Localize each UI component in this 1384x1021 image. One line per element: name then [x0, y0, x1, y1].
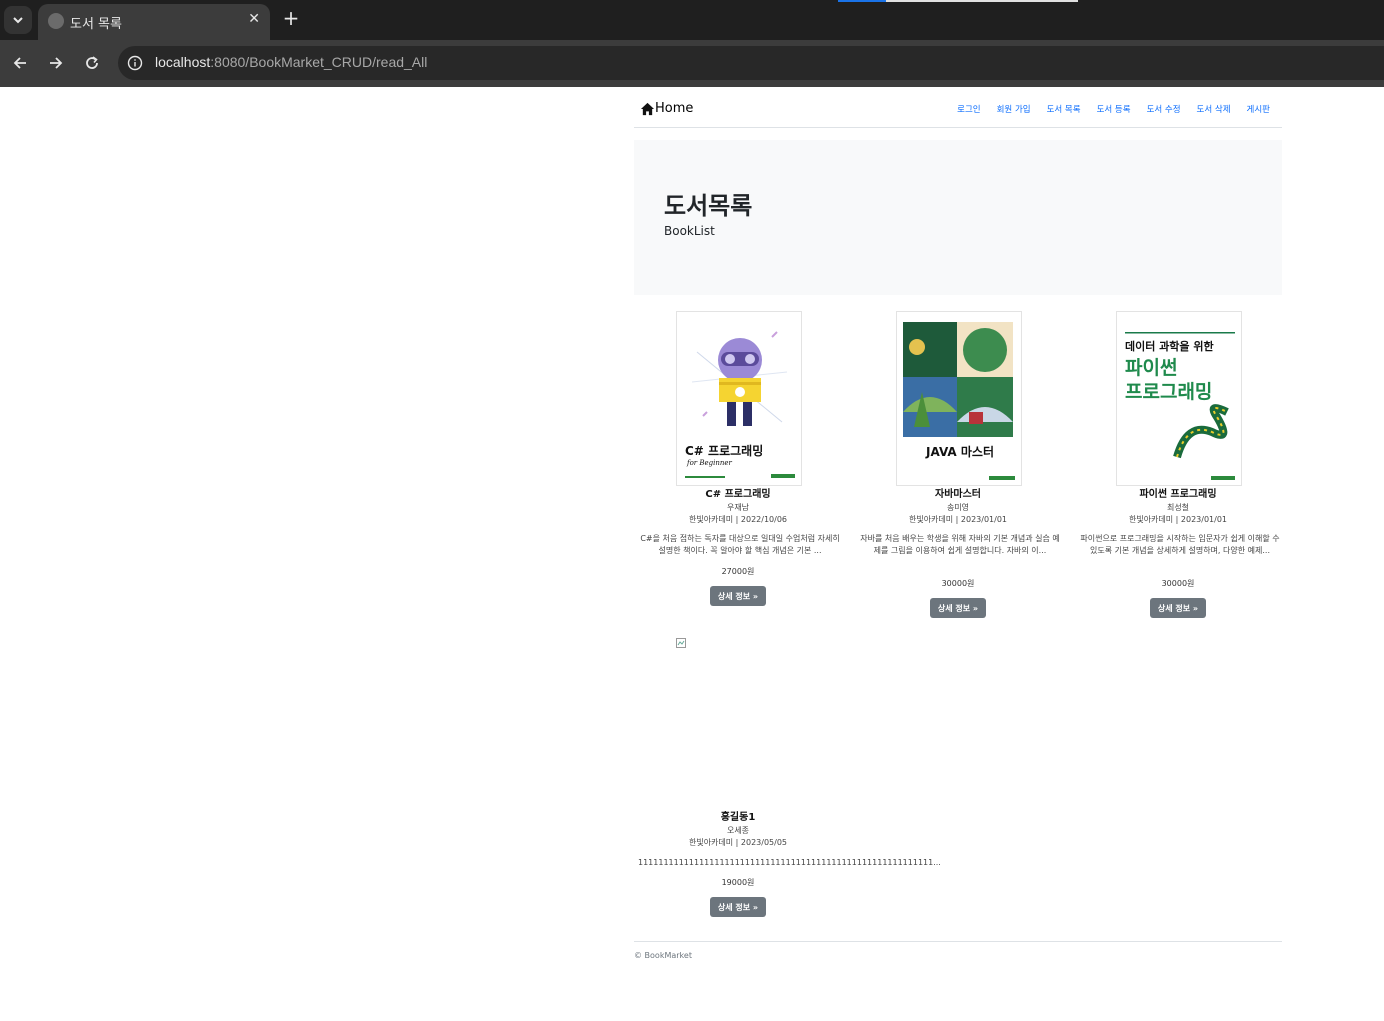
globe-icon: [48, 13, 64, 29]
book-author: 우재남: [726, 503, 750, 512]
page-subtitle: BookList: [664, 224, 715, 238]
page-container: Home 로그인 회원 가입 도서 목록 도서 등록 도서 수정 도서 삭제 게…: [634, 87, 1282, 917]
book-author: 최성철: [1166, 503, 1190, 512]
book-author: 오세종: [726, 826, 750, 835]
book-description: C#을 처음 접하는 독자를 대상으로 일대일 수업처럼 자세히 설명한 책이다…: [640, 534, 840, 555]
nav-signup[interactable]: 회원 가입: [997, 103, 1031, 115]
close-icon[interactable]: ✕: [248, 11, 260, 27]
cover-title: C# 프로그래밍: [685, 443, 763, 458]
chevron-down-icon: [13, 17, 23, 24]
cover-title: JAVA 마스터: [925, 444, 994, 459]
browser-tab-bar: 도서 목록 ✕ +: [0, 0, 1384, 40]
book-description: 파이썬으로 프로그래밍을 시작하는 입문자가 쉽게 이해할 수 있도록 기본 개…: [1080, 534, 1280, 555]
new-tab-button[interactable]: +: [280, 8, 302, 30]
book-publisher-date: 한빛아카데미 | 2023/05/05: [688, 838, 788, 847]
book-price: 30000원: [941, 579, 975, 588]
footer-divider: [634, 941, 1282, 942]
detail-button[interactable]: 상세 정보 »: [1150, 598, 1206, 618]
reload-icon: [86, 56, 98, 69]
detail-button[interactable]: 상세 정보 »: [930, 598, 986, 618]
book-title: 홍길동1: [720, 812, 756, 823]
tab-title: 도서 목록: [70, 17, 122, 32]
tab-search-button[interactable]: [4, 6, 32, 34]
cover-line-3: 프로그래밍: [1125, 381, 1212, 403]
nav-login[interactable]: 로그인: [957, 103, 980, 115]
book-price: 27000원: [721, 567, 755, 576]
book-title: 파이썬 프로그래밍: [1139, 489, 1217, 500]
address-bar[interactable]: localhost:8080/BookMarket_CRUD/read_All: [118, 46, 1384, 80]
book-title: 자바마스터: [935, 489, 981, 500]
arrow-right-icon: [50, 57, 63, 69]
back-button[interactable]: [7, 50, 33, 76]
browser-toolbar: localhost:8080/BookMarket_CRUD/read_All: [0, 40, 1384, 87]
site-navbar: Home 로그인 회원 가입 도서 목록 도서 등록 도서 수정 도서 삭제 게…: [634, 87, 1282, 128]
cover-subtitle: for Beginner: [686, 459, 733, 467]
book-author: 송미영: [946, 503, 970, 512]
book-cover-image[interactable]: 데이터 과학을 위한 파이썬 프로그래밍: [1116, 311, 1242, 486]
forward-button[interactable]: [43, 50, 69, 76]
arrow-left-icon: [13, 57, 26, 69]
book-cover-image[interactable]: C# 프로그래밍 for Beginner: [676, 311, 802, 486]
nav-book-list[interactable]: 도서 목록: [1047, 103, 1081, 115]
nav-book-add[interactable]: 도서 등록: [1097, 103, 1131, 115]
nav-board[interactable]: 게시판: [1247, 103, 1270, 115]
book-publisher-date: 한빛아카데미 | 2022/10/06: [688, 515, 788, 524]
book-publisher-date: 한빛아카데미 | 2023/01/01: [1128, 515, 1228, 524]
book-price: 19000원: [721, 878, 755, 887]
cover-line-1: 데이터 과학을 위한: [1125, 339, 1214, 353]
page-header: 도서목록 BookList: [634, 140, 1282, 295]
detail-button[interactable]: 상세 정보 »: [710, 897, 766, 917]
book-title: C# 프로그래밍: [705, 489, 771, 500]
nav-links: 로그인 회원 가입 도서 목록 도서 등록 도서 수정 도서 삭제 게시판: [957, 103, 1270, 115]
cover-line-2: 파이썬: [1125, 357, 1177, 379]
book-description: 1111111111111111111111111111111111111111…: [638, 858, 941, 867]
book-cover-image[interactable]: JAVA 마스터: [896, 311, 1022, 486]
book-publisher-date: 한빛아카데미 | 2023/01/01: [908, 515, 1008, 524]
home-link[interactable]: Home: [640, 101, 693, 116]
nav-book-edit[interactable]: 도서 수정: [1147, 103, 1181, 115]
home-link-label: Home: [655, 101, 694, 116]
detail-button[interactable]: 상세 정보 »: [710, 586, 766, 606]
page-title: 도서목록: [664, 192, 753, 220]
url-text: localhost:8080/BookMarket_CRUD/read_All: [155, 54, 428, 70]
reload-button[interactable]: [79, 50, 105, 76]
footer-text: © BookMarket: [634, 951, 692, 960]
site-info-icon[interactable]: [124, 52, 146, 74]
broken-image-icon[interactable]: [676, 633, 686, 648]
book-description: 자바를 처음 배우는 학생을 위해 자바의 기본 개념과 실습 예제를 그림을 …: [860, 534, 1060, 555]
house-icon: [640, 102, 655, 115]
browser-tab[interactable]: 도서 목록 ✕: [38, 4, 270, 40]
nav-book-delete[interactable]: 도서 삭제: [1197, 103, 1231, 115]
tab-strip-indicator: [838, 0, 1078, 2]
book-price: 30000원: [1161, 579, 1195, 588]
